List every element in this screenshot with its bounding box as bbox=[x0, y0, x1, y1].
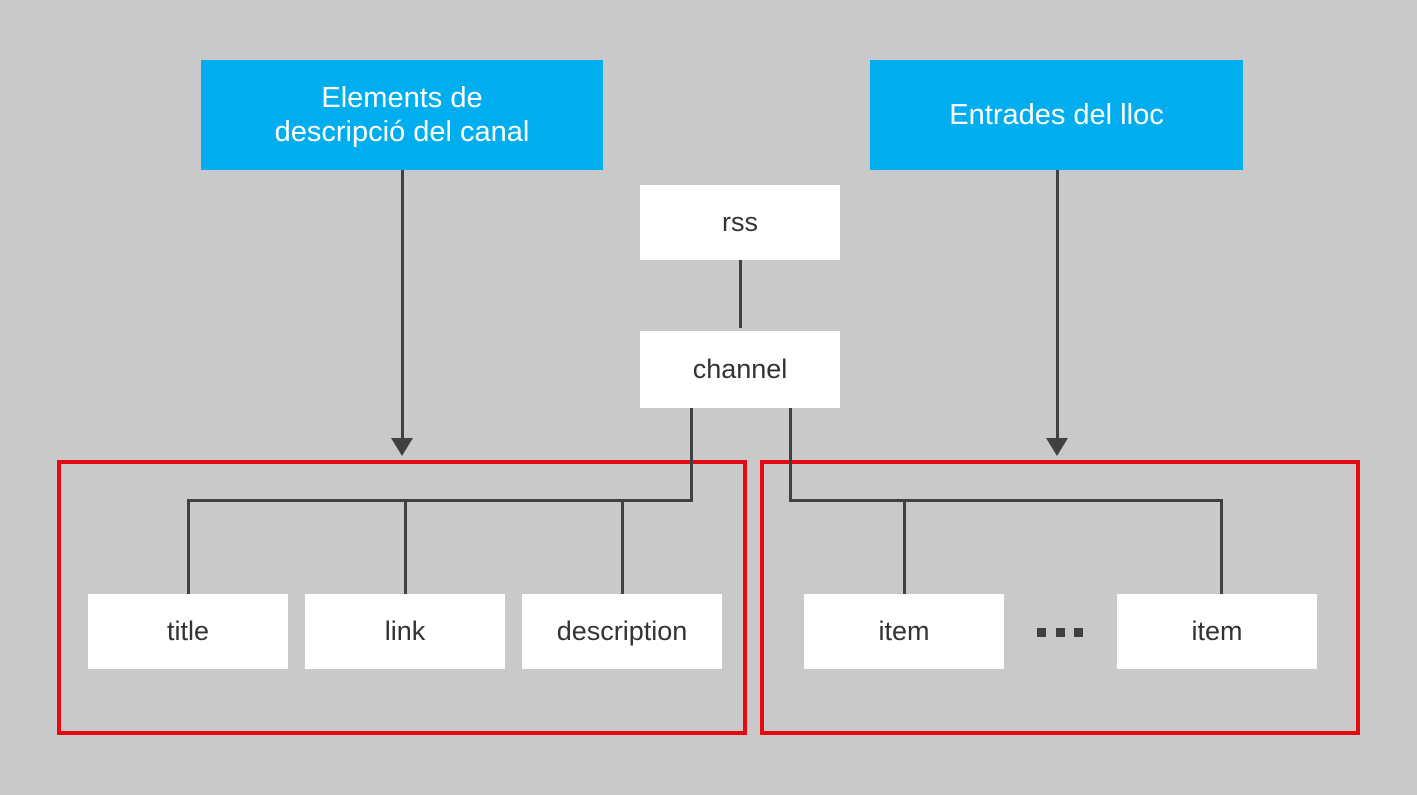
ellipsis-dot-2 bbox=[1055, 628, 1065, 637]
node-rss: rss bbox=[640, 185, 840, 260]
connector-to-description bbox=[621, 499, 624, 594]
node-item-first-label: item bbox=[878, 615, 930, 646]
node-title: title bbox=[88, 594, 288, 669]
ellipsis-between-items bbox=[1037, 628, 1083, 637]
node-item-last-label: item bbox=[1191, 615, 1243, 646]
connector-right-bus bbox=[789, 499, 1223, 502]
connector-channel-right-drop bbox=[789, 408, 792, 501]
annotation-arrow-line-right bbox=[1056, 170, 1059, 438]
annotation-label-line2: descripció del canal bbox=[274, 116, 530, 148]
node-channel-label: channel bbox=[692, 353, 788, 384]
connector-to-item-first bbox=[903, 499, 906, 594]
node-channel: channel bbox=[640, 331, 840, 408]
annotation-label-site-entries: Entrades del lloc bbox=[949, 98, 1164, 131]
annotation-box-channel-description: Elements de descripció del canal bbox=[201, 60, 603, 170]
annotation-arrowhead-left bbox=[391, 438, 413, 456]
connector-left-bus bbox=[187, 499, 693, 502]
connector-to-title bbox=[187, 499, 190, 594]
connector-rss-to-channel bbox=[739, 260, 742, 328]
node-description-label: description bbox=[556, 615, 688, 646]
node-item-last: item bbox=[1117, 594, 1317, 669]
annotation-arrowhead-right bbox=[1046, 438, 1068, 456]
connector-to-item-last bbox=[1220, 499, 1223, 594]
diagram-canvas: Elements de descripció del canal Entrade… bbox=[0, 0, 1417, 795]
node-link-label: link bbox=[384, 615, 426, 646]
node-description: description bbox=[522, 594, 722, 669]
node-rss-label: rss bbox=[722, 206, 758, 237]
node-title-label: title bbox=[166, 615, 210, 646]
connector-to-link bbox=[404, 499, 407, 594]
annotation-arrow-line-left bbox=[401, 170, 404, 438]
node-link: link bbox=[305, 594, 505, 669]
annotation-box-site-entries: Entrades del lloc bbox=[870, 60, 1243, 170]
connector-channel-left-drop bbox=[690, 408, 693, 501]
ellipsis-dot-1 bbox=[1037, 628, 1046, 637]
ellipsis-dot-3 bbox=[1074, 628, 1083, 637]
annotation-label-line1: Elements de bbox=[321, 81, 483, 114]
node-item-first: item bbox=[804, 594, 1004, 669]
